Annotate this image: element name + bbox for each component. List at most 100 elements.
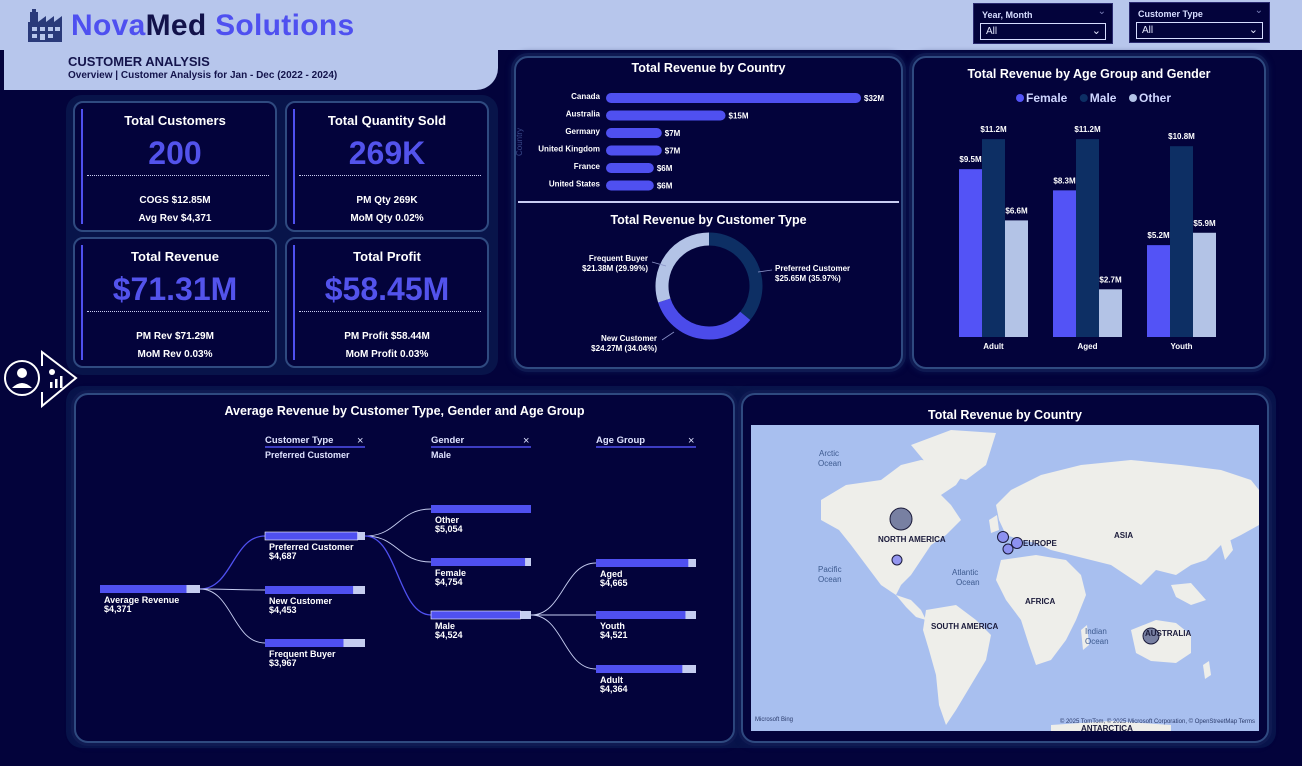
tree-selected-value: Preferred Customer	[265, 450, 350, 460]
slice-value: $21.38M (29.99%)	[582, 264, 648, 273]
age-gender-bar-chart[interactable]: Female Male Other $9.5M $11.2M $6.6M Adult $8.3…	[914, 82, 1264, 367]
world-map[interactable]: ArcticOceanPacificOceanAtlanticOceanIndi…	[751, 425, 1259, 731]
kpi-total-profit: Total Profit $58.45M PM Profit $58.44M M…	[285, 237, 489, 368]
tree-node-bar[interactable]	[596, 559, 689, 567]
country-bar[interactable]	[606, 93, 861, 103]
year-month-label: Year, Month	[982, 10, 1033, 20]
age-gender-bar[interactable]	[982, 139, 1005, 337]
map-attribution: © 2025 TomTom, © 2025 Microsoft Corporat…	[1060, 718, 1255, 725]
country-label: France	[574, 162, 601, 171]
country-bar[interactable]	[606, 145, 662, 156]
age-gender-bar[interactable]	[959, 169, 982, 337]
age-gender-bar[interactable]	[1170, 146, 1193, 337]
data-label: $2.7M	[1099, 275, 1122, 284]
united-states-bubble[interactable]	[891, 554, 903, 566]
tree-link	[364, 508, 432, 537]
continent-label: AFRICA	[1025, 597, 1055, 606]
age-gender-bar[interactable]	[1147, 245, 1170, 337]
kpi-detail: PM Profit $58.44M	[344, 331, 430, 342]
continent-label: AUSTRALIA	[1145, 629, 1191, 638]
ocean-label: Indian	[1085, 627, 1107, 636]
kpi-value: $58.45M	[324, 271, 450, 307]
year-month-dropdown[interactable]: All ⌄	[980, 23, 1106, 40]
tree-link	[530, 562, 597, 616]
ocean-label: Ocean	[956, 578, 980, 587]
age-gender-bar[interactable]	[1053, 190, 1076, 337]
legend-label: Female	[1026, 91, 1068, 105]
breadcrumb-overview-link[interactable]: Overview	[68, 70, 112, 81]
chevron-down-icon[interactable]: ⌄	[1098, 6, 1106, 17]
decomposition-tree[interactable]: Customer Type × Preferred Customer Gender × M…	[76, 395, 733, 741]
breadcrumb: Overview | Customer Analysis for Jan - D…	[68, 70, 337, 81]
country-bar[interactable]	[606, 110, 726, 121]
category-label: Aged	[1078, 342, 1098, 351]
tree-node-bar[interactable]	[430, 610, 521, 620]
tree-node-bar[interactable]	[596, 665, 683, 673]
kpi-value: $71.31M	[112, 271, 238, 307]
donut-slice[interactable]	[655, 232, 710, 303]
age-gender-bar[interactable]	[1193, 232, 1216, 337]
ocean-label: Ocean	[818, 459, 842, 468]
slice-value: $24.27M (34.04%)	[591, 344, 657, 353]
country-label: United States	[549, 180, 601, 189]
country-bar[interactable]	[606, 163, 654, 173]
close-icon[interactable]: ×	[523, 435, 529, 447]
tree-link	[199, 588, 266, 644]
country-label: United Kingdom	[538, 145, 600, 154]
customer-type-label: Customer Type	[1138, 9, 1203, 19]
continent-label: NORTH AMERICA	[878, 535, 946, 544]
tree-node-bar[interactable]	[596, 611, 686, 619]
tree-node-bar[interactable]	[265, 586, 354, 594]
tree-node-bar[interactable]	[431, 558, 526, 566]
close-icon[interactable]: ×	[688, 435, 694, 447]
tree-node-value: $4,754	[435, 577, 463, 587]
donut-slice[interactable]	[708, 232, 763, 321]
age-gender-bar[interactable]	[1076, 139, 1099, 337]
age-gender-bar[interactable]	[1099, 289, 1122, 337]
customer-type-dropdown[interactable]: All ⌄	[1136, 22, 1263, 39]
slice-label: Frequent Buyer	[589, 254, 648, 263]
uk-bubble[interactable]	[997, 531, 1009, 543]
age-gender-panel: Total Revenue by Age Group and Gender Fe…	[912, 56, 1266, 369]
data-label: $8.3M	[1053, 176, 1076, 185]
kpi-title: Total Profit	[353, 249, 421, 264]
chevron-down-icon[interactable]: ⌄	[1255, 5, 1263, 16]
tree-level-header: Gender	[431, 435, 465, 446]
kpi-total-quantity: Total Quantity Sold 269K PM Qty 269K MoM…	[285, 101, 489, 232]
germany-bubble[interactable]	[1011, 537, 1023, 549]
continent-label: SOUTH AMERICA	[931, 622, 998, 631]
kpi-title: Total Quantity Sold	[327, 113, 447, 128]
donut-slice[interactable]	[658, 298, 751, 340]
legend-marker	[1016, 94, 1024, 102]
canada-bubble[interactable]	[889, 507, 913, 531]
tree-node-bar[interactable]	[431, 505, 531, 513]
data-label: $7M	[665, 129, 681, 138]
close-icon[interactable]: ×	[357, 435, 363, 447]
tree-node-value: $4,453	[269, 605, 297, 615]
tree-node-value: $4,687	[269, 551, 297, 561]
year-month-slicer[interactable]: Year, Month ⌄ All ⌄	[973, 3, 1113, 44]
country-customer-type-panel: Total Revenue by Country Country Canada $3…	[514, 56, 903, 369]
legend-label: Male	[1090, 91, 1117, 105]
map-panel: Total Revenue by Country Arctic Ocean Paci…	[741, 393, 1269, 743]
factory-logo-icon	[28, 9, 62, 42]
country-label: Australia	[566, 110, 601, 119]
customer-type-donut[interactable]: Preferred Customer$25.65M (35.97%) New Cu…	[516, 230, 901, 365]
slice-label: New Customer	[601, 334, 657, 343]
tree-node-bar[interactable]	[100, 585, 187, 593]
category-label: Adult	[983, 342, 1004, 351]
age-gender-bar[interactable]	[1005, 220, 1028, 337]
country-bar[interactable]	[606, 128, 662, 138]
tree-link	[199, 535, 266, 590]
chart-title: Total Revenue by Age Group and Gender	[967, 67, 1211, 81]
country-bar[interactable]	[606, 180, 654, 191]
tree-node-bar[interactable]	[265, 639, 344, 647]
customer-type-slicer[interactable]: Customer Type ⌄ All ⌄	[1129, 2, 1270, 43]
france-bubble[interactable]	[1002, 543, 1014, 555]
country-bar-chart[interactable]: Country Canada $32M Australia $15M Germany $7M…	[516, 80, 901, 200]
data-label: $15M	[729, 112, 749, 121]
tree-node-bar[interactable]	[264, 531, 359, 541]
tree-selected-value: Male	[431, 450, 451, 460]
tree-link	[364, 535, 432, 616]
kpi-value: 200	[148, 135, 202, 171]
